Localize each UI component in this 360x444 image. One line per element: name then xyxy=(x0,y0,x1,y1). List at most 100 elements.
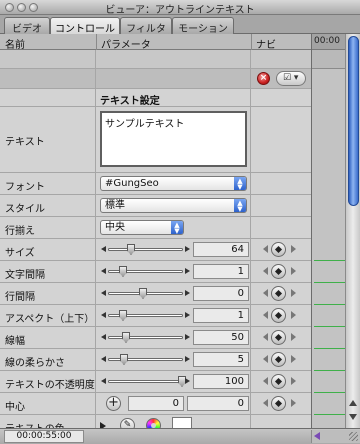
next-keyframe-icon[interactable] xyxy=(291,267,296,275)
keyframe-button[interactable] xyxy=(271,242,286,257)
size-field[interactable]: 64 xyxy=(193,242,249,257)
scroll-thumb[interactable] xyxy=(348,36,359,206)
slider-thumb[interactable] xyxy=(122,332,130,343)
column-header: 名前 パラメータ ナビ xyxy=(0,34,311,51)
keyframe-timeline[interactable]: 00:00 xyxy=(311,34,346,428)
text-opacity-field[interactable]: 100 xyxy=(193,374,249,389)
prev-keyframe-icon[interactable] xyxy=(263,399,268,407)
next-keyframe-icon[interactable] xyxy=(291,333,296,341)
font-row: フォント #GungSeo ▲ ▼ xyxy=(0,173,311,195)
slider-increment-icon[interactable] xyxy=(185,312,190,318)
slider-decrement-icon[interactable] xyxy=(101,312,106,318)
center-x-field[interactable]: 0 xyxy=(128,396,184,411)
prev-keyframe-icon[interactable] xyxy=(263,289,268,297)
slider-increment-icon[interactable] xyxy=(185,334,190,340)
slider-increment-icon[interactable] xyxy=(185,290,190,296)
slider-thumb[interactable] xyxy=(120,354,128,365)
status-bar: 00:00:55:00 xyxy=(0,428,360,444)
tab-motion[interactable]: モーション xyxy=(172,17,234,35)
prev-keyframe-icon[interactable] xyxy=(263,377,268,385)
next-keyframe-icon[interactable] xyxy=(291,245,296,253)
keyframe-line xyxy=(314,282,346,283)
vertical-scrollbar[interactable] xyxy=(345,34,360,428)
next-keyframe-icon[interactable] xyxy=(291,289,296,297)
slider-decrement-icon[interactable] xyxy=(101,246,106,252)
prev-keyframe-icon[interactable] xyxy=(263,333,268,341)
keyframe-button[interactable] xyxy=(271,330,286,345)
column-divider[interactable] xyxy=(251,34,252,50)
slider-thumb[interactable] xyxy=(139,288,147,299)
line-softness-slider[interactable] xyxy=(108,358,183,361)
column-divider[interactable] xyxy=(96,34,97,50)
aspect-field[interactable]: 1 xyxy=(193,308,249,323)
slider-decrement-icon[interactable] xyxy=(101,356,106,362)
timecode-label: 00:00 xyxy=(314,36,340,46)
slider-increment-icon[interactable] xyxy=(185,268,190,274)
keyframe-nav xyxy=(263,264,297,279)
text-opacity-slider[interactable] xyxy=(108,380,183,383)
leading-field[interactable]: 0 xyxy=(193,286,249,301)
line-softness-field[interactable]: 5 xyxy=(193,352,249,367)
prev-keyframe-icon[interactable] xyxy=(263,311,268,319)
crosshair-button[interactable]: + xyxy=(106,396,121,411)
next-keyframe-icon[interactable] xyxy=(291,377,296,385)
slider-thumb[interactable] xyxy=(119,266,127,277)
line-softness-row: 線の柔らかさ 5 xyxy=(0,349,311,371)
tab-controls[interactable]: コントロール xyxy=(50,17,120,35)
param-label: 行揃え xyxy=(5,226,35,237)
slider-increment-icon[interactable] xyxy=(185,378,190,384)
scroll-down-icon[interactable] xyxy=(349,414,357,420)
slider-decrement-icon[interactable] xyxy=(101,378,106,384)
tab-bar: ビデオ コントロール フィルタ モーション xyxy=(0,15,360,35)
text-input[interactable]: サンプルテキスト xyxy=(100,111,247,167)
playhead-icon[interactable] xyxy=(314,432,320,440)
keyframe-line xyxy=(314,326,346,327)
alignment-popup[interactable]: 中央 ▲ ▼ xyxy=(100,220,184,235)
line-width-row: 線幅 50 xyxy=(0,327,311,349)
scroll-up-icon[interactable] xyxy=(349,400,357,406)
line-width-slider[interactable] xyxy=(108,336,183,339)
reset-button[interactable]: × xyxy=(257,72,270,85)
keyframe-nav xyxy=(263,374,297,389)
nav-menu-button[interactable]: ☑ ▾ xyxy=(276,71,306,86)
size-slider[interactable] xyxy=(108,248,183,251)
slider-increment-icon[interactable] xyxy=(185,246,190,252)
keyframe-nav xyxy=(263,308,297,323)
resize-grip-icon[interactable] xyxy=(349,432,358,441)
window-titlebar[interactable]: ビューア：アウトラインテキスト xyxy=(0,0,360,16)
font-popup[interactable]: #GungSeo ▲ ▼ xyxy=(100,176,247,191)
prev-keyframe-icon[interactable] xyxy=(263,267,268,275)
slider-decrement-icon[interactable] xyxy=(101,334,106,340)
keyframe-button[interactable] xyxy=(271,396,286,411)
slider-thumb[interactable] xyxy=(127,244,135,255)
keyframe-button[interactable] xyxy=(271,264,286,279)
prev-keyframe-icon[interactable] xyxy=(263,245,268,253)
alignment-row: 行揃え 中央 ▲ ▼ xyxy=(0,217,311,239)
keyframe-line xyxy=(314,260,346,261)
keyframe-button[interactable] xyxy=(271,374,286,389)
tab-video[interactable]: ビデオ xyxy=(4,17,50,35)
tab-filters[interactable]: フィルタ xyxy=(120,17,172,35)
slider-decrement-icon[interactable] xyxy=(101,268,106,274)
style-popup[interactable]: 標準 ▲ ▼ xyxy=(100,198,247,213)
line-width-field[interactable]: 50 xyxy=(193,330,249,345)
center-y-field[interactable]: 0 xyxy=(187,396,249,411)
slider-increment-icon[interactable] xyxy=(185,356,190,362)
slider-decrement-icon[interactable] xyxy=(101,290,106,296)
next-keyframe-icon[interactable] xyxy=(291,399,296,407)
next-keyframe-icon[interactable] xyxy=(291,355,296,363)
keyframe-button[interactable] xyxy=(271,308,286,323)
column-name: 名前 xyxy=(5,40,25,51)
timeline-ruler[interactable]: 00:00 xyxy=(312,34,346,50)
keyframe-button[interactable] xyxy=(271,352,286,367)
updown-arrows-icon: ▲ ▼ xyxy=(171,221,183,235)
current-timecode-field[interactable]: 00:00:55:00 xyxy=(4,430,84,443)
aspect-row: アスペクト（上下） 1 xyxy=(0,305,311,327)
param-label: 線の柔らかさ xyxy=(5,358,65,369)
timeline-scroll[interactable] xyxy=(311,430,360,443)
tracking-field[interactable]: 1 xyxy=(193,264,249,279)
prev-keyframe-icon[interactable] xyxy=(263,355,268,363)
keyframe-button[interactable] xyxy=(271,286,286,301)
slider-thumb[interactable] xyxy=(119,310,127,321)
next-keyframe-icon[interactable] xyxy=(291,311,296,319)
